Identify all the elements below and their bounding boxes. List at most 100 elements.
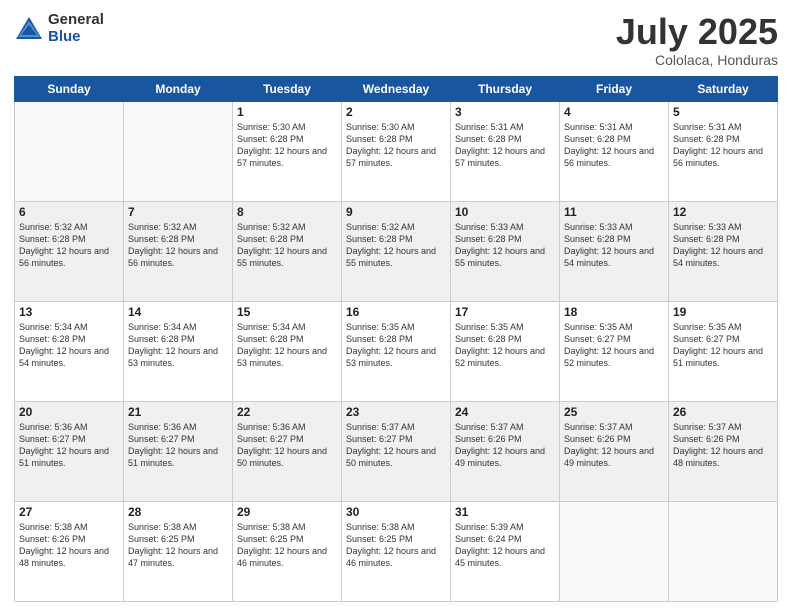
table-row: 1 Sunrise: 5:30 AMSunset: 6:28 PMDaylight… — [233, 101, 342, 201]
table-row: 9 Sunrise: 5:32 AMSunset: 6:28 PMDaylight… — [342, 201, 451, 301]
calendar-week-2: 6 Sunrise: 5:32 AMSunset: 6:28 PMDaylight… — [15, 201, 778, 301]
logo-icon — [14, 15, 44, 43]
table-row: 16 Sunrise: 5:35 AMSunset: 6:28 PMDayligh… — [342, 301, 451, 401]
day-info: Sunrise: 5:34 AMSunset: 6:28 PMDaylight:… — [128, 321, 228, 370]
day-info: Sunrise: 5:38 AMSunset: 6:26 PMDaylight:… — [19, 521, 119, 570]
table-row — [15, 101, 124, 201]
day-number: 26 — [673, 405, 773, 419]
day-number: 11 — [564, 205, 664, 219]
logo-text: General Blue — [48, 12, 104, 45]
day-info: Sunrise: 5:36 AMSunset: 6:27 PMDaylight:… — [19, 421, 119, 470]
calendar-week-4: 20Sunrise: 5:36 AMSunset: 6:27 PMDayligh… — [15, 401, 778, 501]
col-sunday: Sunday — [15, 76, 124, 101]
day-info: Sunrise: 5:33 AMSunset: 6:28 PMDaylight:… — [673, 221, 773, 270]
table-row: 4Sunrise: 5:31 AMSunset: 6:28 PMDaylight… — [560, 101, 669, 201]
day-number: 31 — [455, 505, 555, 519]
day-info: Sunrise: 5:35 AMSunset: 6:28 PMDaylight:… — [346, 321, 446, 370]
table-row: 19Sunrise: 5:35 AMSunset: 6:27 PMDayligh… — [669, 301, 778, 401]
day-number: 18 — [564, 305, 664, 319]
day-number: 13 — [19, 305, 119, 319]
day-number: 22 — [237, 405, 337, 419]
table-row: 29Sunrise: 5:38 AMSunset: 6:25 PMDayligh… — [233, 501, 342, 601]
day-info: Sunrise: 5:35 AMSunset: 6:27 PMDaylight:… — [673, 321, 773, 370]
day-number: 4 — [564, 105, 664, 119]
table-row: 3Sunrise: 5:31 AMSunset: 6:28 PMDaylight… — [451, 101, 560, 201]
table-row: 10Sunrise: 5:33 AMSunset: 6:28 PMDayligh… — [451, 201, 560, 301]
table-row: 20Sunrise: 5:36 AMSunset: 6:27 PMDayligh… — [15, 401, 124, 501]
col-thursday: Thursday — [451, 76, 560, 101]
logo-blue-text: Blue — [48, 29, 104, 46]
day-number: 3 — [455, 105, 555, 119]
day-info: Sunrise: 5:37 AMSunset: 6:27 PMDaylight:… — [346, 421, 446, 470]
calendar-table: Sunday Monday Tuesday Wednesday Thursday… — [14, 76, 778, 602]
table-row: 8Sunrise: 5:32 AMSunset: 6:28 PMDaylight… — [233, 201, 342, 301]
col-monday: Monday — [124, 76, 233, 101]
day-number: 17 — [455, 305, 555, 319]
day-info: Sunrise: 5:30 AMSunset: 6:28 PMDaylight:… — [237, 121, 337, 170]
day-number: 2 — [346, 105, 446, 119]
day-info: Sunrise: 5:31 AMSunset: 6:28 PMDaylight:… — [673, 121, 773, 170]
col-saturday: Saturday — [669, 76, 778, 101]
table-row: 27 Sunrise: 5:38 AMSunset: 6:26 PMDayligh… — [15, 501, 124, 601]
table-row: 25Sunrise: 5:37 AMSunset: 6:26 PMDayligh… — [560, 401, 669, 501]
day-number: 30 — [346, 505, 446, 519]
table-row: 14Sunrise: 5:34 AMSunset: 6:28 PMDayligh… — [124, 301, 233, 401]
table-row: 21 Sunrise: 5:36 AMSunset: 6:27 PMDayligh… — [124, 401, 233, 501]
day-number: 24 — [455, 405, 555, 419]
calendar-header-row: Sunday Monday Tuesday Wednesday Thursday… — [15, 76, 778, 101]
day-info: Sunrise: 5:38 AMSunset: 6:25 PMDaylight:… — [346, 521, 446, 570]
table-row: 7 Sunrise: 5:32 AMSunset: 6:28 PMDaylight… — [124, 201, 233, 301]
day-info: Sunrise: 5:32 AMSunset: 6:28 PMDaylight:… — [346, 221, 446, 270]
table-row: 22Sunrise: 5:36 AMSunset: 6:27 PMDayligh… — [233, 401, 342, 501]
day-info: Sunrise: 5:37 AMSunset: 6:26 PMDaylight:… — [673, 421, 773, 470]
day-number: 16 — [346, 305, 446, 319]
day-number: 6 — [19, 205, 119, 219]
day-number: 1 — [237, 105, 337, 119]
table-row: 30 Sunrise: 5:38 AMSunset: 6:25 PMDayligh… — [342, 501, 451, 601]
day-number: 10 — [455, 205, 555, 219]
col-tuesday: Tuesday — [233, 76, 342, 101]
month-title: July 2025 — [616, 12, 778, 52]
day-info: Sunrise: 5:36 AMSunset: 6:27 PMDaylight:… — [128, 421, 228, 470]
calendar-week-1: 1 Sunrise: 5:30 AMSunset: 6:28 PMDaylight… — [15, 101, 778, 201]
day-number: 15 — [237, 305, 337, 319]
col-wednesday: Wednesday — [342, 76, 451, 101]
table-row: 13 Sunrise: 5:34 AMSunset: 6:28 PMDayligh… — [15, 301, 124, 401]
day-number: 27 — [19, 505, 119, 519]
table-row: 15 Sunrise: 5:34 AMSunset: 6:28 PMDayligh… — [233, 301, 342, 401]
table-row: 18 Sunrise: 5:35 AMSunset: 6:27 PMDayligh… — [560, 301, 669, 401]
day-info: Sunrise: 5:38 AMSunset: 6:25 PMDaylight:… — [128, 521, 228, 570]
table-row: 5Sunrise: 5:31 AMSunset: 6:28 PMDaylight… — [669, 101, 778, 201]
table-row: 23 Sunrise: 5:37 AMSunset: 6:27 PMDayligh… — [342, 401, 451, 501]
day-info: Sunrise: 5:34 AMSunset: 6:28 PMDaylight:… — [19, 321, 119, 370]
day-info: Sunrise: 5:39 AMSunset: 6:24 PMDaylight:… — [455, 521, 555, 570]
day-info: Sunrise: 5:35 AMSunset: 6:27 PMDaylight:… — [564, 321, 664, 370]
table-row: 2 Sunrise: 5:30 AMSunset: 6:28 PMDaylight… — [342, 101, 451, 201]
col-friday: Friday — [560, 76, 669, 101]
day-info: Sunrise: 5:32 AMSunset: 6:28 PMDaylight:… — [128, 221, 228, 270]
day-number: 12 — [673, 205, 773, 219]
title-block: July 2025 Cololaca, Honduras — [616, 12, 778, 68]
logo-general-text: General — [48, 12, 104, 29]
day-number: 21 — [128, 405, 228, 419]
table-row — [560, 501, 669, 601]
location-subtitle: Cololaca, Honduras — [616, 52, 778, 68]
day-info: Sunrise: 5:30 AMSunset: 6:28 PMDaylight:… — [346, 121, 446, 170]
day-number: 9 — [346, 205, 446, 219]
day-info: Sunrise: 5:33 AMSunset: 6:28 PMDaylight:… — [564, 221, 664, 270]
day-number: 7 — [128, 205, 228, 219]
day-info: Sunrise: 5:34 AMSunset: 6:28 PMDaylight:… — [237, 321, 337, 370]
table-row: 28Sunrise: 5:38 AMSunset: 6:25 PMDayligh… — [124, 501, 233, 601]
day-number: 25 — [564, 405, 664, 419]
table-row — [669, 501, 778, 601]
header: General Blue July 2025 Cololaca, Hondura… — [14, 12, 778, 68]
calendar-week-3: 13 Sunrise: 5:34 AMSunset: 6:28 PMDayligh… — [15, 301, 778, 401]
day-info: Sunrise: 5:37 AMSunset: 6:26 PMDaylight:… — [455, 421, 555, 470]
table-row: 6Sunrise: 5:32 AMSunset: 6:28 PMDaylight… — [15, 201, 124, 301]
logo: General Blue — [14, 12, 104, 45]
table-row: 17Sunrise: 5:35 AMSunset: 6:28 PMDayligh… — [451, 301, 560, 401]
page: General Blue July 2025 Cololaca, Hondura… — [0, 0, 792, 612]
table-row: 31 Sunrise: 5:39 AMSunset: 6:24 PMDayligh… — [451, 501, 560, 601]
day-number: 29 — [237, 505, 337, 519]
day-number: 23 — [346, 405, 446, 419]
